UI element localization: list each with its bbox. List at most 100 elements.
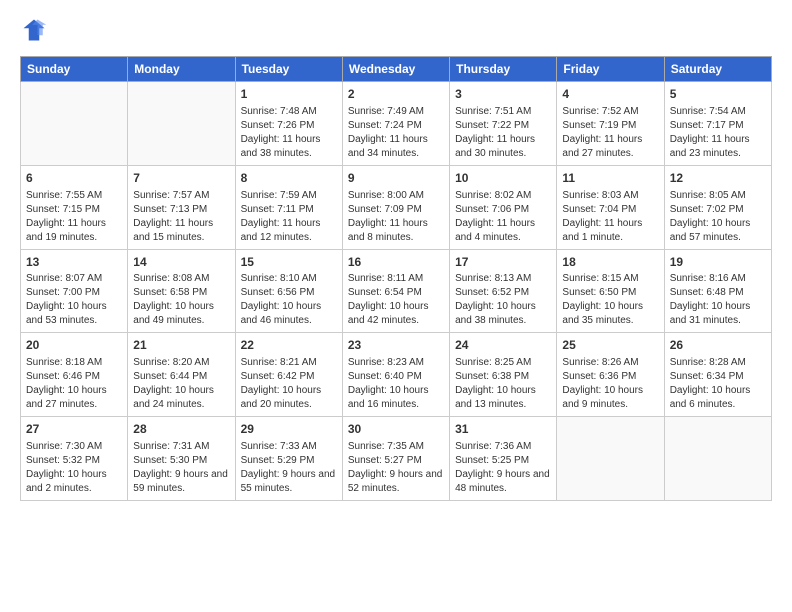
calendar-week-row: 13Sunrise: 8:07 AM Sunset: 7:00 PM Dayli… [21,249,772,333]
calendar-day-cell: 8 Sunrise: 7:59 AM Sunset: 7:11 PM Daylig… [235,165,342,249]
day-info: Sunrise: 8:28 AM Sunset: 6:34 PM Dayligh… [670,356,766,412]
calendar-day-cell: 28Sunrise: 7:31 AM Sunset: 5:30 PM Dayli… [128,417,235,501]
day-info: Sunrise: 8:03 AM Sunset: 7:04 PM Dayligh… [562,189,658,245]
calendar-day-cell: 1 Sunrise: 7:48 AM Sunset: 7:26 PM Daylig… [235,82,342,166]
logo [20,16,52,44]
day-info: Sunrise: 8:20 AM Sunset: 6:44 PM Dayligh… [133,356,229,412]
day-info: Sunrise: 8:08 AM Sunset: 6:58 PM Dayligh… [133,272,229,328]
day-info: Sunrise: 7:33 AM Sunset: 5:29 PM Dayligh… [241,440,337,496]
calendar-day-cell: 21 Sunrise: 8:20 AM Sunset: 6:44 PM Dayli… [128,333,235,417]
calendar-day-cell: 22 Sunrise: 8:21 AM Sunset: 6:42 PM Dayli… [235,333,342,417]
calendar-week-row: 20 Sunrise: 8:18 AM Sunset: 6:46 PM Dayli… [21,333,772,417]
day-number: 1 [241,86,337,103]
calendar-day-cell: 11Sunrise: 8:03 AM Sunset: 7:04 PM Dayli… [557,165,664,249]
day-number: 14 [133,254,229,271]
calendar-day-cell: 5 Sunrise: 7:54 AM Sunset: 7:17 PM Daylig… [664,82,771,166]
day-info: Sunrise: 8:07 AM Sunset: 7:00 PM Dayligh… [26,272,122,328]
calendar-day-cell: 7 Sunrise: 7:57 AM Sunset: 7:13 PM Daylig… [128,165,235,249]
day-number: 12 [670,170,766,187]
day-of-week-header: Saturday [664,57,771,82]
day-info: Sunrise: 7:55 AM Sunset: 7:15 PM Dayligh… [26,189,122,245]
day-number: 29 [241,421,337,438]
day-number: 13 [26,254,122,271]
day-info: Sunrise: 8:10 AM Sunset: 6:56 PM Dayligh… [241,272,337,328]
calendar-day-cell: 16Sunrise: 8:11 AM Sunset: 6:54 PM Dayli… [342,249,449,333]
day-info: Sunrise: 7:48 AM Sunset: 7:26 PM Dayligh… [241,105,337,161]
calendar-empty-cell [21,82,128,166]
header [20,16,772,44]
calendar-day-cell: 18Sunrise: 8:15 AM Sunset: 6:50 PM Dayli… [557,249,664,333]
day-number: 4 [562,86,658,103]
day-number: 6 [26,170,122,187]
day-of-week-header: Tuesday [235,57,342,82]
day-number: 9 [348,170,444,187]
day-number: 7 [133,170,229,187]
day-number: 10 [455,170,551,187]
day-of-week-header: Sunday [21,57,128,82]
day-info: Sunrise: 7:51 AM Sunset: 7:22 PM Dayligh… [455,105,551,161]
day-info: Sunrise: 8:05 AM Sunset: 7:02 PM Dayligh… [670,189,766,245]
day-of-week-header: Thursday [450,57,557,82]
calendar-day-cell: 24Sunrise: 8:25 AM Sunset: 6:38 PM Dayli… [450,333,557,417]
calendar-day-cell: 20 Sunrise: 8:18 AM Sunset: 6:46 PM Dayli… [21,333,128,417]
day-info: Sunrise: 7:59 AM Sunset: 7:11 PM Dayligh… [241,189,337,245]
day-info: Sunrise: 7:35 AM Sunset: 5:27 PM Dayligh… [348,440,444,496]
day-info: Sunrise: 8:18 AM Sunset: 6:46 PM Dayligh… [26,356,122,412]
day-info: Sunrise: 8:15 AM Sunset: 6:50 PM Dayligh… [562,272,658,328]
logo-icon [20,16,48,44]
day-info: Sunrise: 8:25 AM Sunset: 6:38 PM Dayligh… [455,356,551,412]
calendar-day-cell: 29 Sunrise: 7:33 AM Sunset: 5:29 PM Dayli… [235,417,342,501]
day-number: 21 [133,337,229,354]
day-number: 20 [26,337,122,354]
day-number: 3 [455,86,551,103]
calendar-empty-cell [128,82,235,166]
day-info: Sunrise: 8:16 AM Sunset: 6:48 PM Dayligh… [670,272,766,328]
calendar-day-cell: 15Sunrise: 8:10 AM Sunset: 6:56 PM Dayli… [235,249,342,333]
calendar-day-cell: 4 Sunrise: 7:52 AM Sunset: 7:19 PM Daylig… [557,82,664,166]
day-number: 18 [562,254,658,271]
page: SundayMondayTuesdayWednesdayThursdayFrid… [0,0,792,612]
day-number: 25 [562,337,658,354]
calendar-day-cell: 30 Sunrise: 7:35 AM Sunset: 5:27 PM Dayli… [342,417,449,501]
calendar-day-cell: 2Sunrise: 7:49 AM Sunset: 7:24 PM Daylig… [342,82,449,166]
calendar-day-cell: 27 Sunrise: 7:30 AM Sunset: 5:32 PM Dayli… [21,417,128,501]
calendar-day-cell: 31Sunrise: 7:36 AM Sunset: 5:25 PM Dayli… [450,417,557,501]
day-info: Sunrise: 7:30 AM Sunset: 5:32 PM Dayligh… [26,440,122,496]
day-number: 16 [348,254,444,271]
day-number: 15 [241,254,337,271]
day-info: Sunrise: 7:57 AM Sunset: 7:13 PM Dayligh… [133,189,229,245]
calendar-day-cell: 9Sunrise: 8:00 AM Sunset: 7:09 PM Daylig… [342,165,449,249]
calendar-day-cell: 10 Sunrise: 8:02 AM Sunset: 7:06 PM Dayli… [450,165,557,249]
day-number: 27 [26,421,122,438]
calendar-day-cell: 19Sunrise: 8:16 AM Sunset: 6:48 PM Dayli… [664,249,771,333]
day-number: 2 [348,86,444,103]
calendar-day-cell: 23 Sunrise: 8:23 AM Sunset: 6:40 PM Dayli… [342,333,449,417]
calendar-week-row: 6 Sunrise: 7:55 AM Sunset: 7:15 PM Daylig… [21,165,772,249]
day-number: 5 [670,86,766,103]
day-info: Sunrise: 8:21 AM Sunset: 6:42 PM Dayligh… [241,356,337,412]
day-info: Sunrise: 8:23 AM Sunset: 6:40 PM Dayligh… [348,356,444,412]
calendar-table: SundayMondayTuesdayWednesdayThursdayFrid… [20,56,772,501]
calendar-day-cell: 6 Sunrise: 7:55 AM Sunset: 7:15 PM Daylig… [21,165,128,249]
day-info: Sunrise: 7:52 AM Sunset: 7:19 PM Dayligh… [562,105,658,161]
day-number: 19 [670,254,766,271]
day-info: Sunrise: 7:31 AM Sunset: 5:30 PM Dayligh… [133,440,229,496]
day-number: 23 [348,337,444,354]
day-info: Sunrise: 8:26 AM Sunset: 6:36 PM Dayligh… [562,356,658,412]
day-number: 17 [455,254,551,271]
calendar-empty-cell [664,417,771,501]
calendar-day-cell: 25 Sunrise: 8:26 AM Sunset: 6:36 PM Dayli… [557,333,664,417]
day-number: 30 [348,421,444,438]
day-info: Sunrise: 8:11 AM Sunset: 6:54 PM Dayligh… [348,272,444,328]
day-number: 22 [241,337,337,354]
day-info: Sunrise: 8:02 AM Sunset: 7:06 PM Dayligh… [455,189,551,245]
calendar-day-cell: 26Sunrise: 8:28 AM Sunset: 6:34 PM Dayli… [664,333,771,417]
calendar-week-row: 27 Sunrise: 7:30 AM Sunset: 5:32 PM Dayli… [21,417,772,501]
day-info: Sunrise: 8:13 AM Sunset: 6:52 PM Dayligh… [455,272,551,328]
day-of-week-header: Monday [128,57,235,82]
day-number: 8 [241,170,337,187]
calendar-day-cell: 13Sunrise: 8:07 AM Sunset: 7:00 PM Dayli… [21,249,128,333]
day-number: 31 [455,421,551,438]
day-info: Sunrise: 7:54 AM Sunset: 7:17 PM Dayligh… [670,105,766,161]
day-of-week-header: Wednesday [342,57,449,82]
